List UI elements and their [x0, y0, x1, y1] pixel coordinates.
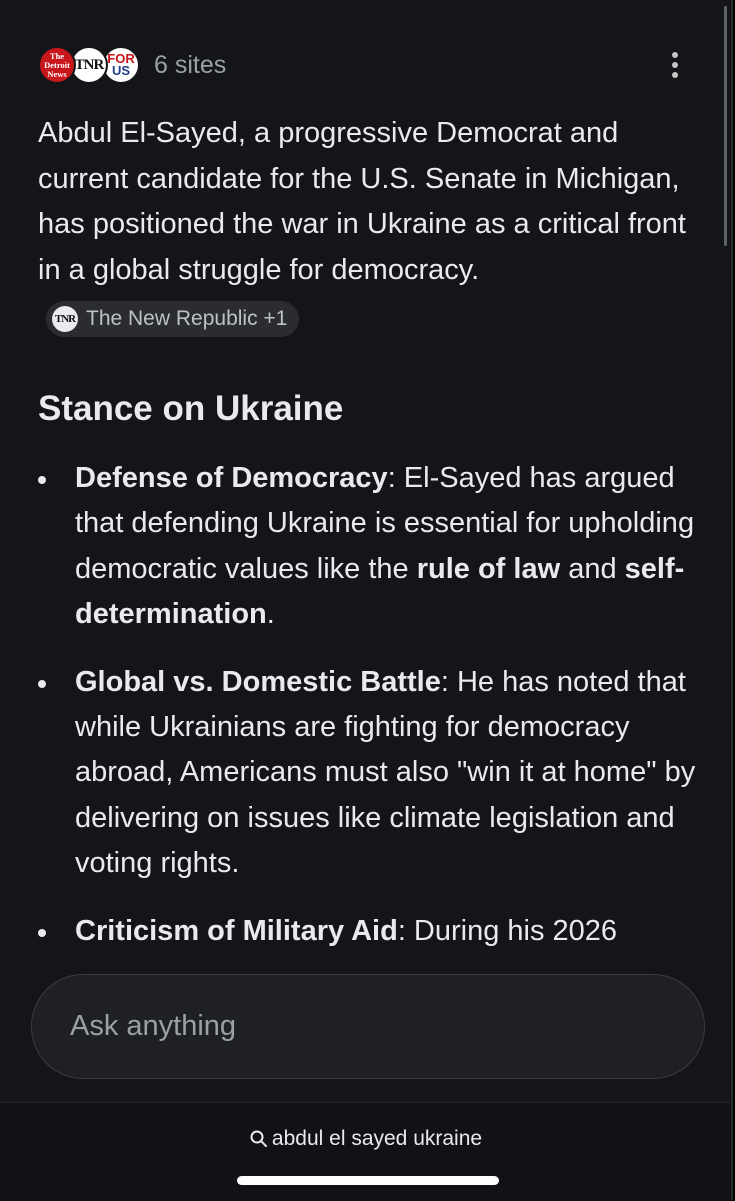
section-heading: Stance on Ukraine	[38, 389, 344, 428]
search-query-text: abdul el sayed ukraine	[271, 1127, 483, 1150]
bullet-text: and	[560, 552, 625, 585]
detroit-news-favicon-icon: The Detroit News	[38, 46, 76, 84]
new-republic-chip-icon: TNR	[52, 306, 78, 332]
ask-input[interactable]	[68, 1009, 704, 1044]
ai-overview-panel: The Detroit News TNR FOR US 6 sites Abdu…	[0, 0, 733, 1201]
sites-count[interactable]: 6 sites	[154, 51, 226, 80]
favicon-text: News	[47, 68, 67, 79]
favicon-text: TNR	[74, 56, 105, 73]
bullet-emphasis: rule of law	[416, 552, 561, 585]
bottom-bar: abdul el sayed ukraine	[0, 1102, 731, 1201]
favicon-text: US	[111, 63, 131, 78]
more-options-icon[interactable]	[664, 50, 686, 80]
home-indicator[interactable]	[237, 1176, 499, 1185]
bullet-icon	[38, 679, 46, 688]
search-query[interactable]: abdul el sayed ukraine	[0, 1127, 731, 1151]
bullet-lead: Global vs. Domestic Battle	[75, 665, 441, 698]
list-item: Global vs. Domestic Battle: He has noted…	[38, 660, 698, 887]
bullet-icon	[38, 476, 46, 484]
bullet-text: .	[266, 598, 275, 631]
ask-box[interactable]	[31, 974, 705, 1079]
citation-chip[interactable]: TNR The New Republic +1	[46, 301, 300, 337]
bullet-text: : During his 2026	[397, 914, 618, 947]
bullet-lead: Defense of Democracy	[75, 462, 388, 494]
list-item: Defense of Democracy: El-Sayed has argue…	[38, 456, 698, 638]
overview-summary: Abdul El-Sayed, a progressive Democrat a…	[38, 111, 708, 339]
scrollbar[interactable]	[724, 6, 727, 246]
stance-list: Defense of Democracy: El-Sayed has argue…	[38, 456, 698, 976]
bullet-lead: Criticism of Military Aid	[75, 914, 398, 947]
sources-row[interactable]: The Detroit News TNR FOR US 6 sites	[38, 44, 226, 86]
search-icon	[250, 1130, 267, 1147]
citation-chip-label: The New Republic +1	[86, 307, 288, 330]
bullet-icon	[38, 928, 46, 937]
summary-text: Abdul El-Sayed, a progressive Democrat a…	[38, 117, 686, 286]
